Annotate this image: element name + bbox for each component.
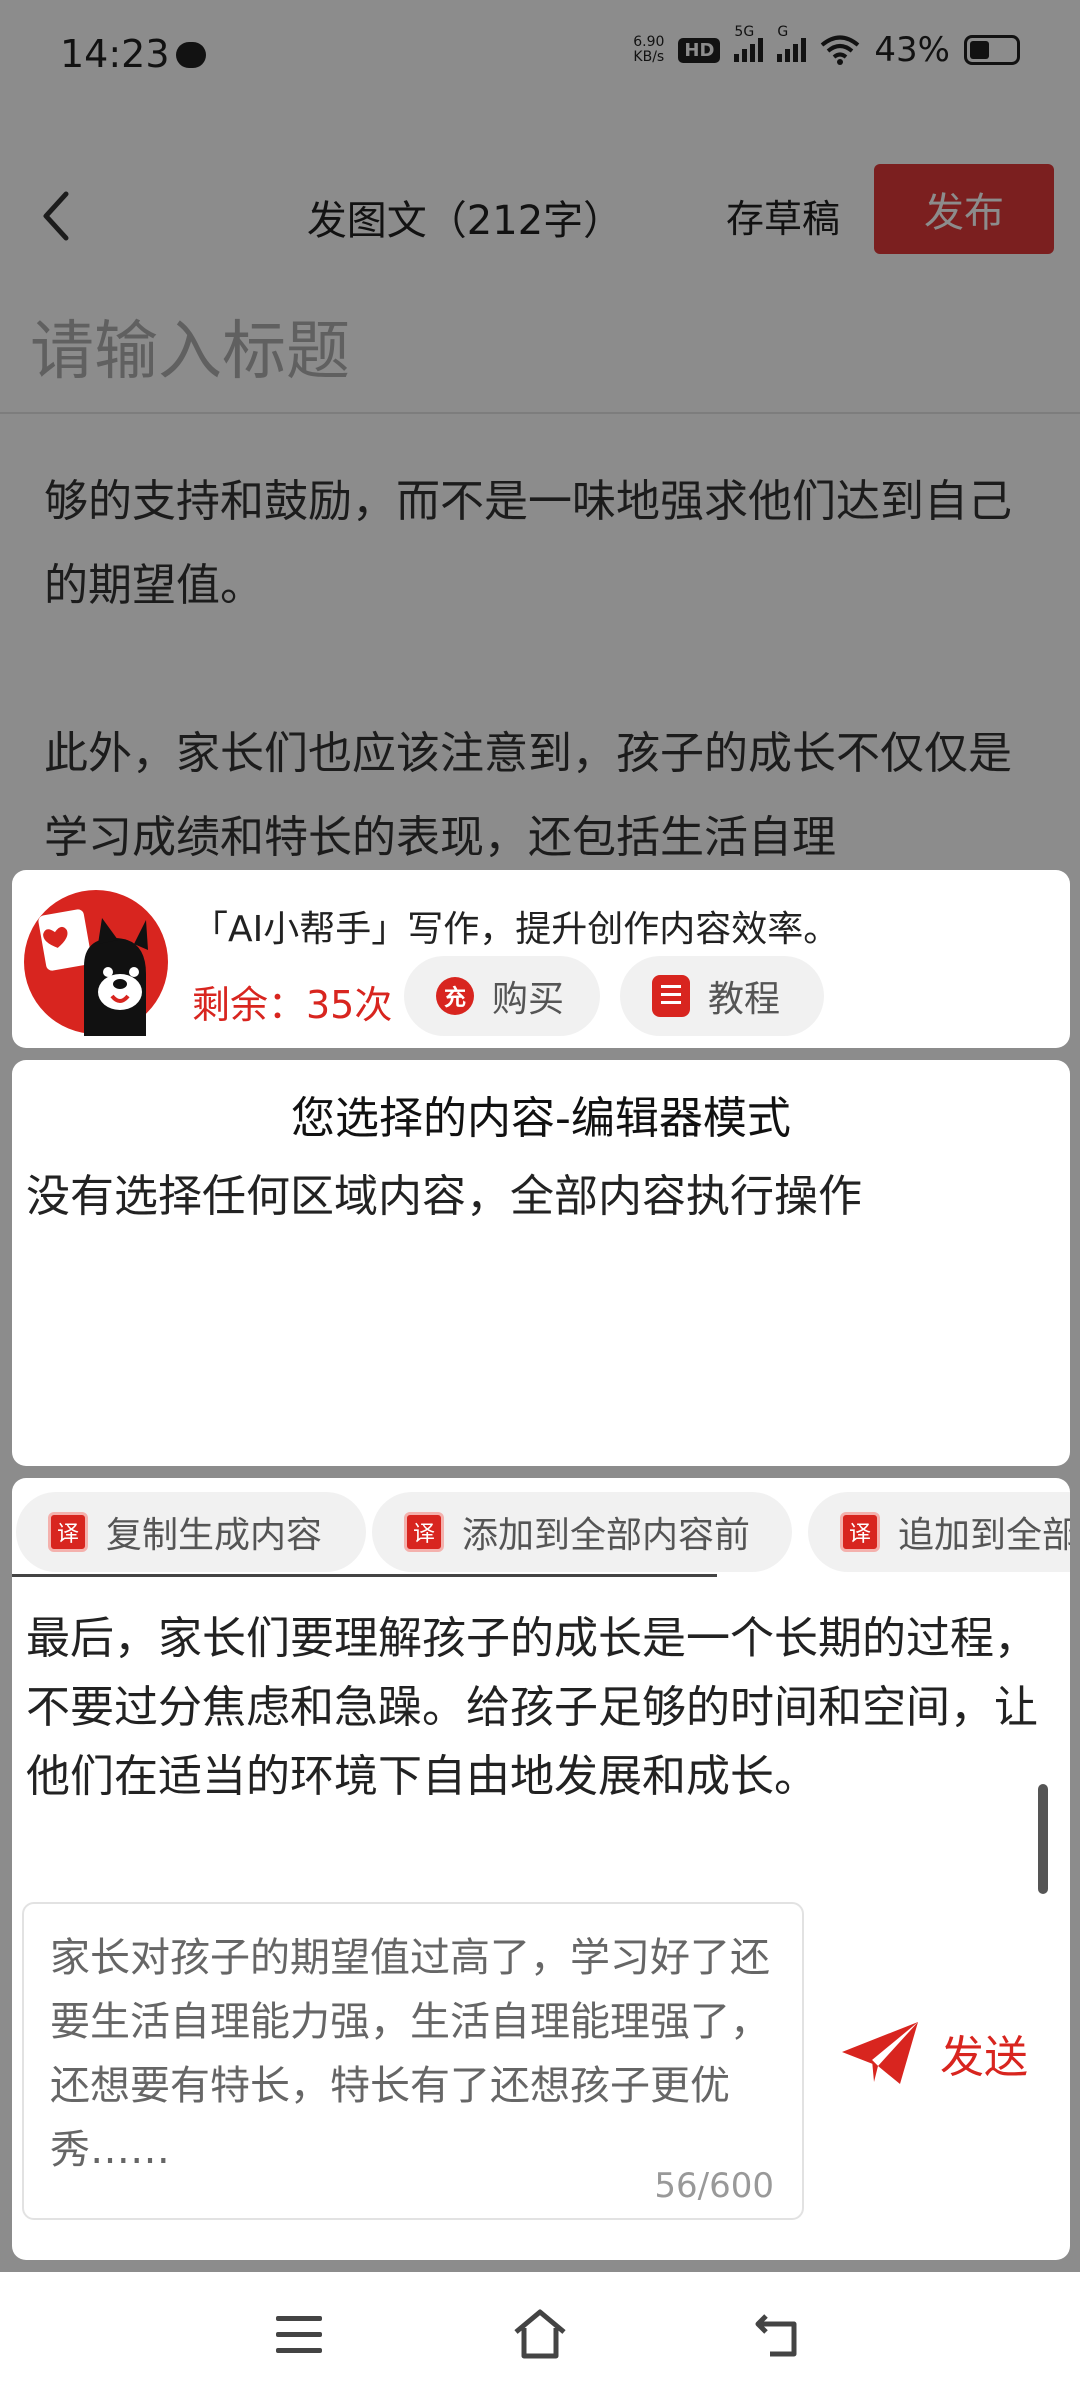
ai-tagline: 「AI小帮手」写作，提升创作内容效率。 [192,909,840,950]
home-icon[interactable] [512,2308,568,2360]
copy-generated-button[interactable]: 译 复制生成内容 [16,1492,366,1572]
menu-icon[interactable] [276,2316,326,2356]
paper-plane-icon [842,2022,918,2084]
action-label: 添加到全部内容前 [462,1515,751,1556]
prompt-input[interactable]: 家长对孩子的期望值过高了，学习好了还要生活自理能力强，生活自理能理强了，还想要有… [22,1902,804,2220]
generated-result-text: 最后，家长们要理解孩子的成长是一个长期的过程，不要过分焦虑和急躁。给孩子足够的时… [26,1613,1038,1802]
translate-icon: 译 [48,1512,88,1552]
tutorial-label: 教程 [708,979,781,1020]
ai-helper-header: 「AI小帮手」写作，提升创作内容效率。 剩余：35次 充 购买 教程 [12,870,1070,1048]
selection-title: 您选择的内容-编辑器模式 [291,1093,791,1144]
selection-description: 没有选择任何区域内容，全部内容执行操作 [26,1171,862,1222]
remaining-count: 剩余：35次 [192,983,393,1027]
buy-label: 购买 [492,979,565,1020]
action-label: 复制生成内容 [106,1515,323,1556]
buy-button[interactable]: 充 购买 [404,956,600,1036]
prompt-text[interactable]: 家长对孩子的期望值过高了，学习好了还要生活自理能力强，生活自理能理强了，还想要有… [50,1926,780,2182]
result-card: 译 复制生成内容 译 添加到全部内容前 译 追加到全部 最后，家长们要理解孩子的… [12,1478,1070,2260]
tutorial-doc-icon [652,975,690,1017]
translate-icon: 译 [404,1512,444,1552]
prepend-to-all-button[interactable]: 译 添加到全部内容前 [372,1492,792,1572]
send-label: 发送 [940,2032,1028,2083]
mascot-avatar-icon [24,890,168,1036]
action-label: 追加到全部 [898,1515,1070,1556]
recharge-icon: 充 [436,977,474,1015]
horizontal-scroll-indicator [12,1574,717,1577]
translate-icon: 译 [840,1512,880,1552]
append-to-all-button[interactable]: 译 追加到全部 [808,1492,1070,1572]
tutorial-button[interactable]: 教程 [620,956,824,1036]
selection-card: 您选择的内容-编辑器模式 没有选择任何区域内容，全部内容执行操作 [12,1060,1070,1466]
back-icon[interactable] [754,2310,804,2358]
character-count: 56/600 [654,2166,774,2206]
action-chips-row[interactable]: 译 复制生成内容 译 添加到全部内容前 译 追加到全部 [12,1492,1070,1572]
send-button[interactable]: 发送 [838,2018,1028,2088]
scrollbar-thumb[interactable] [1038,1784,1048,1894]
system-nav-bar [0,2272,1080,2400]
